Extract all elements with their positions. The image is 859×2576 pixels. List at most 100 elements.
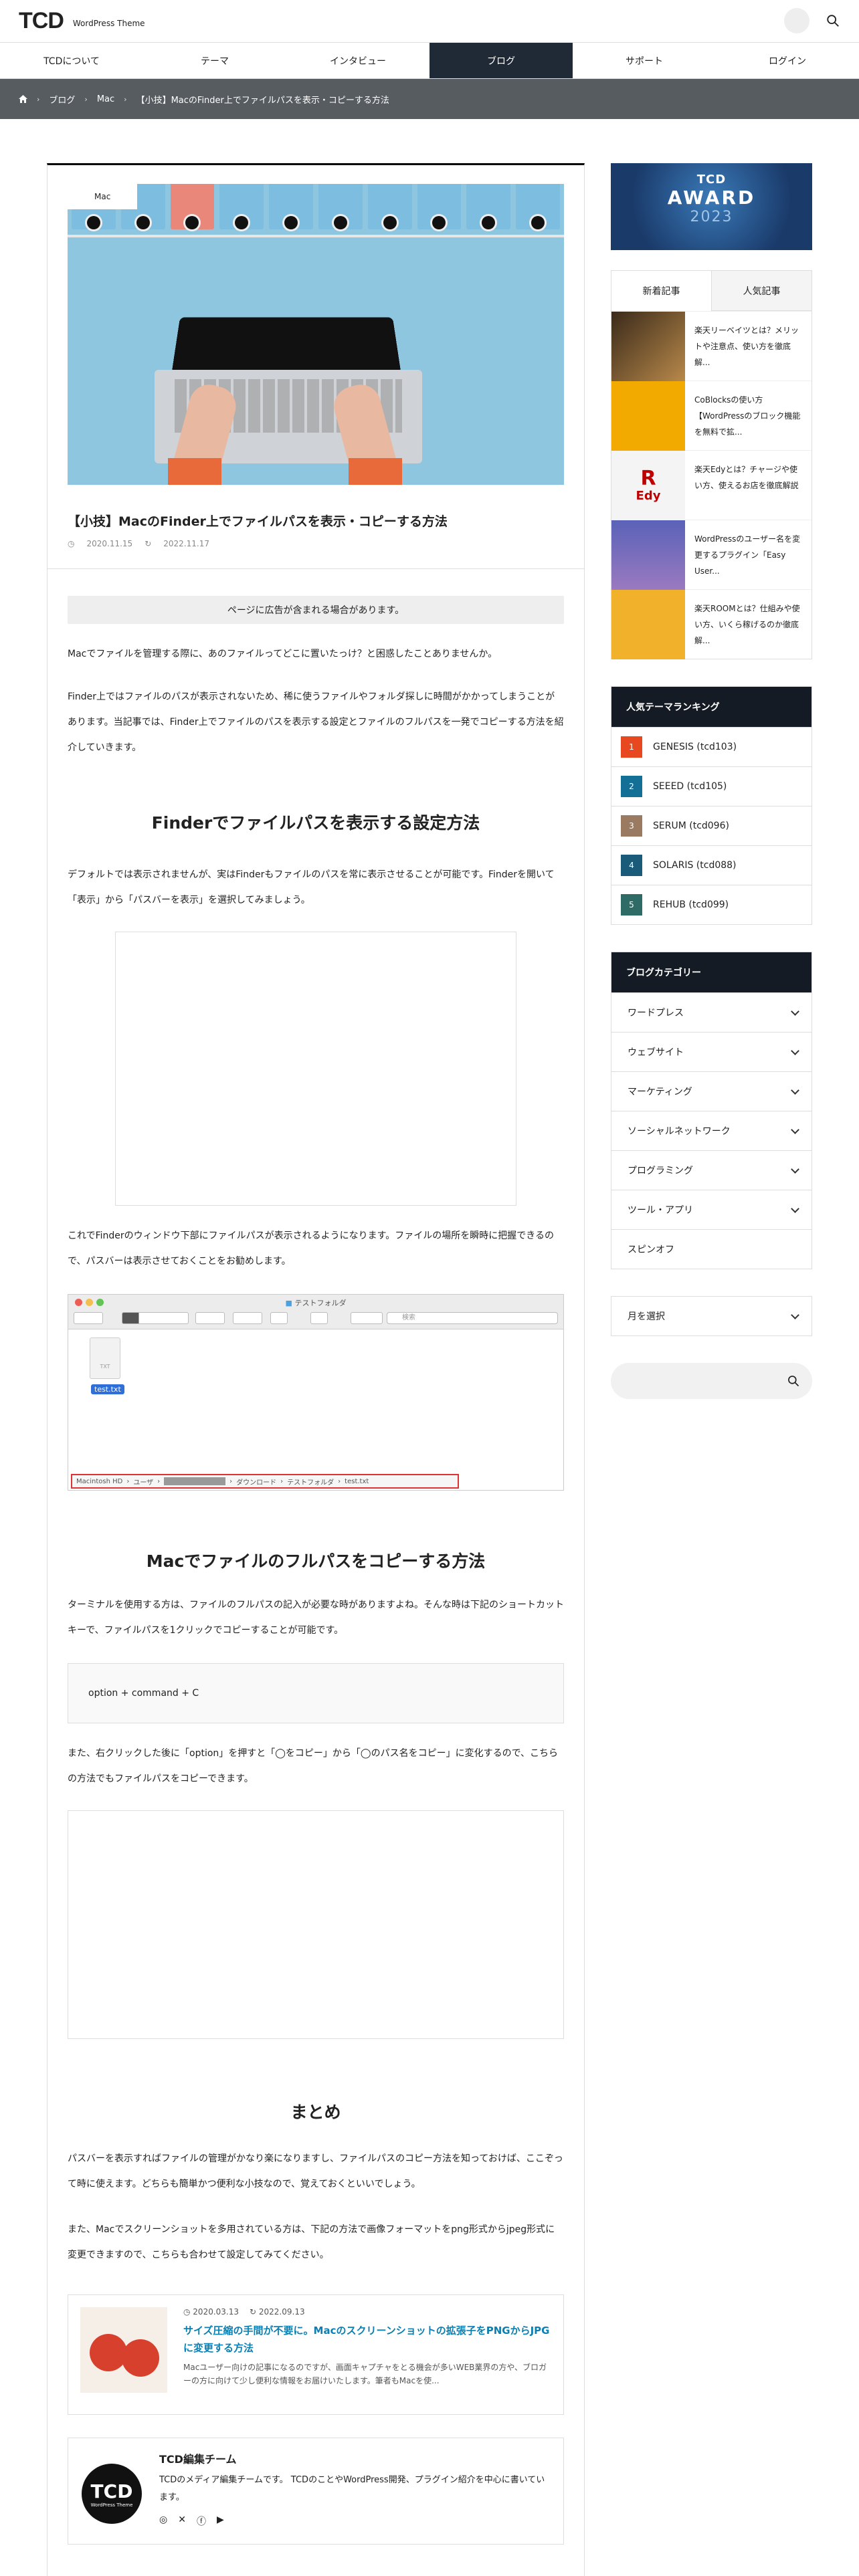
award-line2: AWARD bbox=[667, 187, 756, 209]
list-item[interactable]: 楽天リーベイツとは？メリットや注意点、使い方を徹底解... bbox=[611, 311, 812, 381]
related-article-card[interactable]: ◷ 2020.03.13 ↻ 2022.09.13 サイズ圧縮の手間が不要に。M… bbox=[68, 2294, 564, 2415]
nav-item-login[interactable]: ログイン bbox=[716, 43, 859, 78]
refresh-icon: ↻ 2022.09.13 bbox=[250, 2307, 305, 2317]
post-thumbnail bbox=[611, 520, 685, 590]
breadcrumb-mac[interactable]: Mac bbox=[97, 94, 114, 104]
breadcrumb: › ブログ › Mac › 【小技】MacのFinder上でファイルパスを表示・… bbox=[0, 79, 859, 119]
paragraph: デフォルトでは表示されませんが、実はFinderもファイルのパスを常に表示させる… bbox=[68, 869, 555, 905]
back-forward-buttons bbox=[74, 1312, 103, 1324]
category-label[interactable]: Mac bbox=[68, 184, 138, 209]
post-link[interactable]: CoBlocksの使い方【WordPressのブロック機能を無料で拡... bbox=[685, 381, 812, 450]
ranking-item[interactable]: 1 GENESIS (tcd103) bbox=[611, 727, 812, 766]
list-item[interactable]: WordPressのユーザー名を変更するプラグイン「Easy User... bbox=[611, 520, 812, 590]
rank-name[interactable]: SERUM (tcd096) bbox=[653, 821, 729, 831]
category-item[interactable]: プログラミング bbox=[611, 1150, 812, 1190]
category-item[interactable]: マーケティング bbox=[611, 1071, 812, 1111]
search-icon[interactable] bbox=[826, 13, 840, 28]
post-link[interactable]: 楽天リーベイツとは？メリットや注意点、使い方を徹底解... bbox=[685, 312, 812, 381]
chevron-down-icon[interactable] bbox=[791, 1085, 799, 1095]
search-icon[interactable] bbox=[787, 1374, 800, 1388]
rank-name[interactable]: REHUB (tcd099) bbox=[653, 899, 729, 910]
archive-month-select[interactable]: 月を選択 bbox=[611, 1296, 812, 1336]
post-link[interactable]: WordPressのユーザー名を変更するプラグイン「Easy User... bbox=[685, 520, 812, 589]
nav-item-about[interactable]: TCDについて bbox=[0, 43, 143, 78]
nav-item-theme[interactable]: テーマ bbox=[143, 43, 286, 78]
list-item[interactable]: 楽天ROOMとは？仕組みや使い方、いくら稼げるのか徹底解... bbox=[611, 589, 812, 659]
post-tabs: 新着記事 人気記事 楽天リーベイツとは？メリットや注意点、使い方を徹底解... … bbox=[611, 270, 812, 659]
category-item[interactable]: ツール・アプリ bbox=[611, 1190, 812, 1229]
youtube-icon[interactable]: ▶ bbox=[217, 2514, 224, 2528]
rank-badge: 2 bbox=[621, 776, 642, 797]
category-item[interactable]: ウェブサイト bbox=[611, 1032, 812, 1071]
finder-title: ■ テストフォルダ bbox=[285, 1299, 347, 1307]
ranking-item[interactable]: 3 SERUM (tcd096) bbox=[611, 806, 812, 845]
site-header: TCD WordPress Theme bbox=[0, 0, 859, 43]
sidebar: TCD AWARD 2023 新着記事 人気記事 楽天リーベイツとは？メリットや… bbox=[611, 163, 812, 1399]
chevron-right-icon: › bbox=[84, 94, 88, 104]
heading-summary: まとめ bbox=[290, 2103, 341, 2122]
nav-item-interview[interactable]: インタビュー bbox=[286, 43, 430, 78]
chevron-down-icon[interactable] bbox=[791, 1204, 799, 1213]
chevron-down-icon[interactable] bbox=[791, 1006, 799, 1016]
list-item[interactable]: CoBlocksの使い方【WordPressのブロック機能を無料で拡... bbox=[611, 381, 812, 451]
post-content: ページに広告が含まれる場合があります。 Macでファイルを管理する際に、あのファ… bbox=[47, 596, 584, 2545]
related-title[interactable]: サイズ圧縮の手間が不要に。Macのスクリーンショットの拡張子をPNGからJPGに… bbox=[183, 2322, 551, 2357]
widget-title: 人気テーマランキング bbox=[611, 687, 812, 727]
rank-name[interactable]: SOLARIS (tcd088) bbox=[653, 860, 737, 871]
rank-badge: 1 bbox=[621, 736, 642, 758]
action-button bbox=[233, 1312, 262, 1324]
list-item[interactable]: R Edy 楽天Edyとは？チャージや使い方、使えるお店を徹底解説 bbox=[611, 450, 812, 520]
header-actions bbox=[784, 8, 840, 33]
site-logo[interactable]: TCD bbox=[19, 8, 64, 34]
paragraph: パスバーを表示すればファイルの管理がかなり楽になりますし、ファイルパスのコピー方… bbox=[68, 2153, 563, 2189]
txt-file-icon: TXT bbox=[90, 1337, 120, 1379]
post-link[interactable]: 楽天Edyとは？チャージや使い方、使えるお店を徹底解説 bbox=[685, 451, 812, 520]
author-name: TCD編集チーム bbox=[159, 2453, 237, 2466]
paragraph: また、Macでスクリーンショットを多用されている方は、下記の方法で画像フォーマッ… bbox=[68, 2224, 555, 2260]
paragraph: これでFinderのウィンドウ下部にファイルパスが表示されるようになります。ファ… bbox=[68, 1230, 554, 1267]
rank-name[interactable]: SEEED (tcd105) bbox=[653, 781, 727, 792]
heading-finder-setting: Finderでファイルパスを表示する設定方法 bbox=[151, 813, 480, 833]
category-item[interactable]: スピンオフ bbox=[611, 1229, 812, 1269]
nav-item-support[interactable]: サポート bbox=[573, 43, 716, 78]
clock-icon: ◷ bbox=[68, 539, 75, 548]
award-banner[interactable]: TCD AWARD 2023 bbox=[611, 163, 812, 250]
ranking-item[interactable]: 4 SOLARIS (tcd088) bbox=[611, 845, 812, 885]
post-thumbnail bbox=[611, 381, 685, 451]
post-thumbnail: R Edy bbox=[611, 451, 685, 520]
paragraph: Finder上ではファイルのパスが表示されないため、稀に使うファイルやフォルダ探… bbox=[68, 691, 564, 753]
ranking-item[interactable]: 5 REHUB (tcd099) bbox=[611, 885, 812, 924]
category-item[interactable]: ワードプレス bbox=[611, 992, 812, 1032]
post-link[interactable]: 楽天ROOMとは？仕組みや使い方、いくら稼げるのか徹底解... bbox=[685, 590, 812, 659]
author-avatar: TCD WordPress Theme bbox=[82, 2464, 142, 2524]
chevron-down-icon[interactable] bbox=[791, 1164, 799, 1174]
sidebar-search-input[interactable] bbox=[611, 1363, 812, 1399]
facebook-icon[interactable]: ⓕ bbox=[197, 2514, 206, 2528]
ranking-item[interactable]: 2 SEEED (tcd105) bbox=[611, 766, 812, 806]
post-meta: ◷ 2020.11.15 ↻ 2022.11.17 bbox=[68, 539, 564, 548]
category-item[interactable]: ソーシャルネットワーク bbox=[611, 1111, 812, 1150]
shortcut-code: option + command + C bbox=[68, 1663, 564, 1723]
award-line3: 2023 bbox=[690, 209, 733, 225]
home-icon[interactable] bbox=[19, 95, 27, 103]
dropbox-button bbox=[351, 1312, 383, 1324]
rank-name[interactable]: GENESIS (tcd103) bbox=[653, 742, 737, 752]
instagram-icon[interactable]: ◎ bbox=[159, 2514, 167, 2528]
award-line1: TCD bbox=[696, 173, 727, 187]
chevron-down-icon[interactable] bbox=[791, 1046, 799, 1055]
related-thumbnail bbox=[80, 2307, 167, 2393]
chevron-down-icon[interactable] bbox=[791, 1125, 799, 1134]
author-desc: TCDのメディア編集チームです。 TCDのことやWordPress開発、プラグイ… bbox=[159, 2475, 545, 2502]
divider bbox=[47, 568, 584, 569]
published-date: 2020.11.15 bbox=[86, 539, 133, 548]
ad-notice: ページに広告が含まれる場合があります。 bbox=[68, 596, 564, 624]
header-avatar[interactable] bbox=[784, 8, 809, 33]
related-meta: ◷ 2020.03.13 ↻ 2022.09.13 bbox=[183, 2307, 551, 2317]
article: Mac 【小技】MacのFinder上でファイルパスを表示・コピーする方法 ◷ … bbox=[47, 163, 585, 2576]
tab-popular[interactable]: 人気記事 bbox=[712, 271, 812, 311]
eyecatch-image: Mac bbox=[68, 184, 564, 485]
breadcrumb-blog[interactable]: ブログ bbox=[49, 93, 75, 106]
x-icon[interactable]: ✕ bbox=[178, 2514, 186, 2528]
tab-recent[interactable]: 新着記事 bbox=[611, 271, 712, 311]
nav-item-blog[interactable]: ブログ bbox=[430, 43, 573, 78]
